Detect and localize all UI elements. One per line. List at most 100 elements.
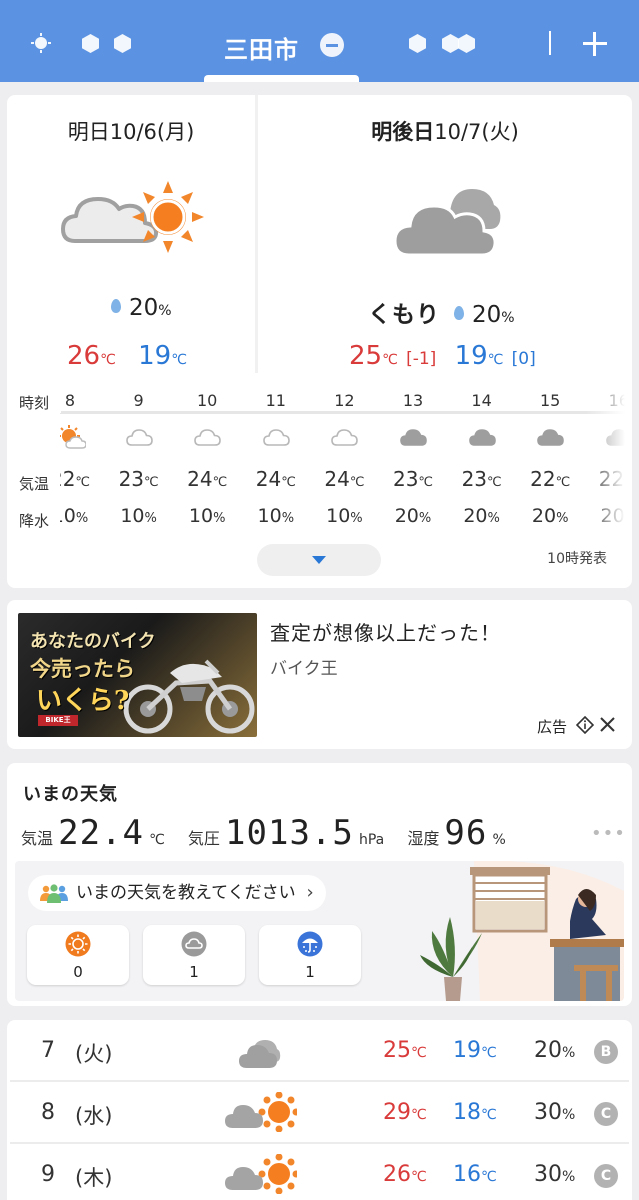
weekly-high: 26℃ <box>383 1162 427 1187</box>
hourly-scroll-area[interactable]: 8 22℃ 10% 9 23℃ 10% 10 24℃ 10% 11 24℃ 10% 12 24℃ 10% 13… <box>60 385 632 535</box>
hour-temp: 24℃ <box>187 467 228 491</box>
issued-time: 10時発表 <box>547 551 607 567</box>
day-after-date: 明後日10/7(火) <box>371 120 519 144</box>
weekly-day: 7 <box>41 1038 55 1063</box>
weekly-low: 16℃ <box>453 1162 497 1187</box>
reliability-badge: B <box>594 1040 618 1064</box>
current-humidity: 96 <box>444 813 488 853</box>
location-hex-pair-icon[interactable] <box>458 34 475 53</box>
day-after-high: 25℃ [-1] <box>349 341 437 371</box>
rainy-report-button[interactable]: 1 <box>259 925 361 985</box>
weekly-weekday: (木) <box>75 1166 113 1190</box>
ad-banner-line: あなたのバイク <box>30 631 156 652</box>
tomorrow-date: 明日10/6(月) <box>67 120 195 144</box>
cloud-gray-icon <box>468 429 496 446</box>
hour-temp: 22℃ <box>530 467 571 491</box>
tab-current-city[interactable]: 三田市 <box>204 18 359 82</box>
current-weather-title: いまの天気 <box>23 784 118 805</box>
weekly-row[interactable]: 9 (木) 26℃ 16℃ 30% C <box>7 1144 632 1200</box>
day-after-weather: くもり 20% <box>368 302 515 328</box>
tomorrow-forecast[interactable]: 明日10/6(月) 20% 26℃ 19℃ <box>7 95 255 385</box>
hour-label: 15 <box>540 391 561 410</box>
location-hex-icon[interactable] <box>114 34 131 53</box>
weekly-high: 25℃ <box>383 1038 427 1063</box>
day-after-temps: 25℃ [-1] 19℃ [0] <box>349 341 536 371</box>
cloud-icon <box>331 429 359 446</box>
cloud-icon <box>262 429 290 446</box>
current-metrics: 気温 22.4 ℃ 気圧 1013.5 hPa 湿度 96 % <box>21 813 506 853</box>
sunny-report-icon <box>65 931 91 957</box>
hour-temp: 24℃ <box>255 467 296 491</box>
cloudy-sunny-icon <box>225 1154 297 1194</box>
hour-temp: 23℃ <box>461 467 502 491</box>
hour-precip: 20% <box>531 505 569 527</box>
ad-close-icon[interactable] <box>598 715 617 734</box>
rainy-report-count: 1 <box>305 963 315 981</box>
hour-precip: 20% <box>394 505 432 527</box>
raindrop-icon <box>454 306 464 320</box>
location-hex-icon[interactable] <box>82 34 99 53</box>
current-temp: 22.4 <box>58 813 144 853</box>
hour-label: 8 <box>64 391 76 410</box>
hour-precip: 10% <box>326 505 363 527</box>
time-label: 時刻 <box>19 392 61 413</box>
weekly-row[interactable]: 7 (火) 25℃ 19℃ 20% B <box>7 1020 632 1082</box>
tomorrow-temps: 26℃ 19℃ <box>67 341 187 371</box>
ad-info-icon[interactable] <box>576 716 594 734</box>
temp-label: 気温 <box>19 473 50 494</box>
day-after-low: 19℃ [0] <box>454 341 536 371</box>
tomorrow-precip: 20% <box>111 295 172 321</box>
day-after-forecast[interactable]: 明後日10/7(火) くもり 20% 25℃ [-1] 19℃ [0] <box>258 95 632 385</box>
cloud-gray-icon <box>400 429 427 446</box>
rainy-report-icon <box>297 931 323 957</box>
cloudy-report-icon <box>181 931 207 957</box>
tab-divider <box>549 31 551 55</box>
hour-label: 14 <box>471 391 492 410</box>
ad-advertiser: バイク王 <box>270 659 338 679</box>
ad-card[interactable]: あなたのバイク 今売ったら いくら? BIKE王 査定が想像以上だった！ バイク… <box>7 600 632 749</box>
more-options-icon[interactable]: ••• <box>591 823 626 844</box>
location-tab-bar: 三田市 <box>0 0 639 82</box>
weekly-precip: 30% <box>534 1162 576 1187</box>
location-hex-pair-icon[interactable] <box>442 34 459 53</box>
tomorrow-high: 26℃ <box>67 341 116 371</box>
ad-banner-line: いくら? <box>36 686 130 716</box>
hourly-forecast[interactable]: 時刻 気温 降水 8 22℃ 10% 9 23℃ 10% 10 24℃ 10% 11 24℃ 10% 1… <box>7 385 632 535</box>
report-weather-button[interactable]: いまの天気を教えてください › <box>28 875 326 911</box>
ad-label: 広告 <box>537 718 568 736</box>
ad-banner-line: 今売ったら <box>30 656 135 681</box>
scroll-fade <box>586 385 632 535</box>
expand-hourly-button[interactable] <box>257 544 381 576</box>
bike-ou-logo: BIKE王 <box>38 715 78 726</box>
reliability-badge: C <box>594 1164 618 1188</box>
weekly-row[interactable]: 8 (水) 29℃ 18℃ 30% C <box>7 1082 632 1144</box>
hourly-timeline <box>60 411 632 414</box>
cloudy-report-button[interactable]: 1 <box>143 925 245 985</box>
motorcycle-image <box>123 659 255 734</box>
hour-temp: 22℃ <box>60 467 91 491</box>
forecast-card: 明日10/6(月) 20% 26℃ 19℃ 明後日10/7(火) くもり 20%… <box>7 95 632 588</box>
cloud-icon <box>125 429 153 446</box>
people-icon <box>40 884 68 903</box>
active-tab-indicator <box>204 75 359 82</box>
sunny-report-button[interactable]: 0 <box>27 925 129 985</box>
hour-precip: 10% <box>188 505 226 527</box>
remove-location-icon[interactable] <box>320 33 344 57</box>
weekly-weekday: (火) <box>75 1042 113 1066</box>
ad-title[interactable]: 査定が想像以上だった！ <box>270 617 501 646</box>
precip-label: 降水 <box>19 510 50 531</box>
cloudy-then-sunny-icon <box>61 181 204 253</box>
hour-temp: 23℃ <box>118 467 159 491</box>
add-location-icon[interactable] <box>583 32 607 56</box>
hour-precip: 10% <box>257 505 295 527</box>
chevron-right-icon: › <box>306 882 314 903</box>
sunny-report-count: 0 <box>73 963 83 981</box>
weekly-day: 9 <box>41 1162 55 1187</box>
sun-icon[interactable] <box>31 33 51 53</box>
location-hex-icon[interactable] <box>409 34 426 53</box>
ad-banner-image[interactable]: あなたのバイク 今売ったら いくら? BIKE王 <box>18 613 257 737</box>
current-pressure: 1013.5 <box>225 813 354 853</box>
hour-label: 12 <box>334 391 355 410</box>
room-illustration <box>420 861 624 1001</box>
weekly-high: 29℃ <box>383 1100 427 1125</box>
